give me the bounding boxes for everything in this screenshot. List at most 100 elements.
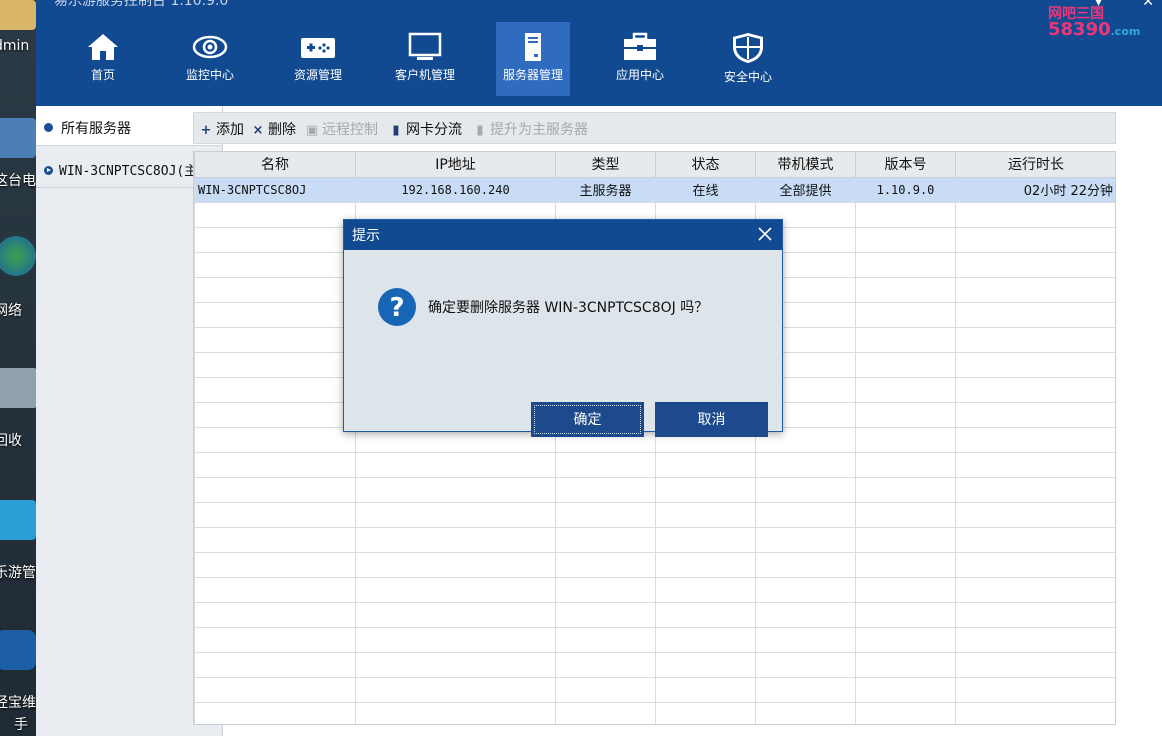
empty-cell: [194, 451, 356, 478]
empty-cell: [194, 301, 356, 328]
empty-cell: [955, 501, 1115, 528]
empty-cell: [755, 551, 856, 578]
empty-cell: [194, 351, 356, 378]
empty-cell: [855, 301, 956, 328]
desktop-icon-network[interactable]: 网络: [0, 236, 36, 319]
empty-cell: [855, 601, 956, 628]
nav-server[interactable]: 服务器管理: [496, 22, 570, 96]
empty-cell: [755, 701, 856, 724]
empty-cell: [855, 326, 956, 353]
nav-home[interactable]: 首页: [66, 22, 140, 96]
nic-label: 网卡分流: [406, 122, 462, 138]
svg-text:?: ?: [389, 293, 404, 323]
column-header[interactable]: 状态: [655, 152, 756, 178]
empty-cell: [955, 276, 1115, 303]
column-header[interactable]: IP地址: [355, 152, 556, 178]
minimize-button[interactable]: ▾: [1095, 0, 1102, 10]
empty-cell: [194, 551, 356, 578]
column-header[interactable]: 版本号: [855, 152, 956, 178]
empty-cell: [194, 626, 356, 653]
close-icon[interactable]: [754, 223, 776, 245]
dialog-message: 确定要删除服务器 WIN-3CNPTCSC8OJ 吗？: [428, 300, 709, 316]
empty-cell: [855, 651, 956, 678]
confirm-button[interactable]: 确定: [531, 402, 644, 437]
nic-icon: ▮: [392, 123, 400, 138]
table-row-empty: [194, 601, 1115, 628]
table-row[interactable]: WIN-3CNPTCSC8OJ 192.168.160.240 主服务器 在线 …: [194, 176, 1115, 203]
logo-suffix: .com: [1110, 25, 1141, 38]
empty-cell: [655, 551, 756, 578]
empty-cell: [855, 351, 956, 378]
column-header[interactable]: 带机模式: [755, 152, 856, 178]
folder-icon: [0, 0, 36, 30]
empty-cell: [355, 501, 556, 528]
expand-arrow-icon: [44, 166, 53, 175]
nav-label: 资源管理: [293, 68, 342, 82]
cell-uptime: 02小时 22分钟: [955, 176, 1115, 203]
empty-cell: [355, 701, 556, 724]
column-header[interactable]: 名称: [194, 152, 356, 178]
empty-cell: [194, 476, 356, 503]
empty-cell: [855, 276, 956, 303]
desktop-icon-recycle-bin[interactable]: 回收: [0, 368, 36, 449]
nic-split-button[interactable]: ▮ 网卡分流: [390, 119, 462, 139]
empty-cell: [855, 226, 956, 253]
promote-main-server-button[interactable]: ▮ 提升为主服务器: [474, 119, 588, 139]
desktop-icon-leyou[interactable]: 乐游管: [0, 500, 36, 581]
desktop-icon-label: 这台电: [0, 173, 36, 189]
empty-cell: [855, 676, 956, 703]
shield-icon: [733, 33, 763, 63]
nav-security[interactable]: 安全中心: [711, 22, 785, 96]
desktop-icon-label: 回收: [0, 433, 22, 449]
table-header-row: 名称 IP地址 类型 状态 带机模式 版本号 运行时长: [194, 152, 1115, 178]
nav-monitor[interactable]: 监控中心: [173, 22, 247, 96]
nav-client[interactable]: 客户机管理: [388, 22, 462, 96]
empty-cell: [655, 576, 756, 603]
desktop-icon-label: 网络: [0, 303, 22, 319]
home-icon: [88, 34, 118, 60]
server-toolbar: + 添加 × 删除 ▣ 远程控制 ▮ 网卡分流 ▮ 提升为主服务器: [193, 112, 1116, 144]
empty-cell: [855, 551, 956, 578]
promote-icon: ▮: [476, 123, 484, 138]
toolbox-icon: [624, 32, 656, 60]
column-header[interactable]: 类型: [555, 152, 656, 178]
remote-control-button[interactable]: ▣ 远程控制: [306, 119, 378, 139]
cancel-button[interactable]: 取消: [655, 402, 768, 437]
desktop-icon-label: 经宝维: [0, 695, 36, 711]
empty-cell: [655, 601, 756, 628]
empty-cell: [755, 526, 856, 553]
nav-app[interactable]: 应用中心: [603, 22, 677, 96]
desktop-icon-admin[interactable]: dmin: [0, 0, 36, 54]
cell-status: 在线: [655, 176, 756, 203]
empty-cell: [955, 551, 1115, 578]
empty-cell: [955, 301, 1115, 328]
empty-cell: [755, 676, 856, 703]
empty-cell: [955, 676, 1115, 703]
empty-cell: [755, 451, 856, 478]
empty-cell: [194, 326, 356, 353]
globe-icon: [0, 236, 36, 276]
add-button[interactable]: + 添加: [200, 119, 244, 139]
empty-cell: [194, 601, 356, 628]
empty-cell: [555, 526, 656, 553]
empty-cell: [755, 601, 856, 628]
empty-cell: [194, 501, 356, 528]
desktop-icon-this-pc[interactable]: 这台电: [0, 118, 36, 189]
cell-mode: 全部提供: [755, 176, 856, 203]
empty-cell: [955, 451, 1115, 478]
empty-cell: [355, 551, 556, 578]
delete-button[interactable]: × 删除: [252, 119, 296, 139]
empty-cell: [755, 651, 856, 678]
header-bar: 易乐游服务控制台 1.10.9.0 首页 监控中心 资源管理 客户机管理 服务器…: [36, 0, 1162, 106]
empty-cell: [755, 626, 856, 653]
empty-cell: [555, 651, 656, 678]
empty-cell: [555, 676, 656, 703]
column-header[interactable]: 运行时长: [955, 152, 1115, 178]
nav-resource[interactable]: 资源管理: [281, 22, 355, 96]
desktop-icon-jingbao[interactable]: 经宝维 手: [0, 630, 36, 733]
empty-cell: [194, 276, 356, 303]
desktop-icon-label: 乐游管: [0, 565, 36, 581]
empty-cell: [855, 501, 956, 528]
empty-cell: [655, 701, 756, 724]
close-window-button[interactable]: ✕: [1142, 0, 1154, 10]
